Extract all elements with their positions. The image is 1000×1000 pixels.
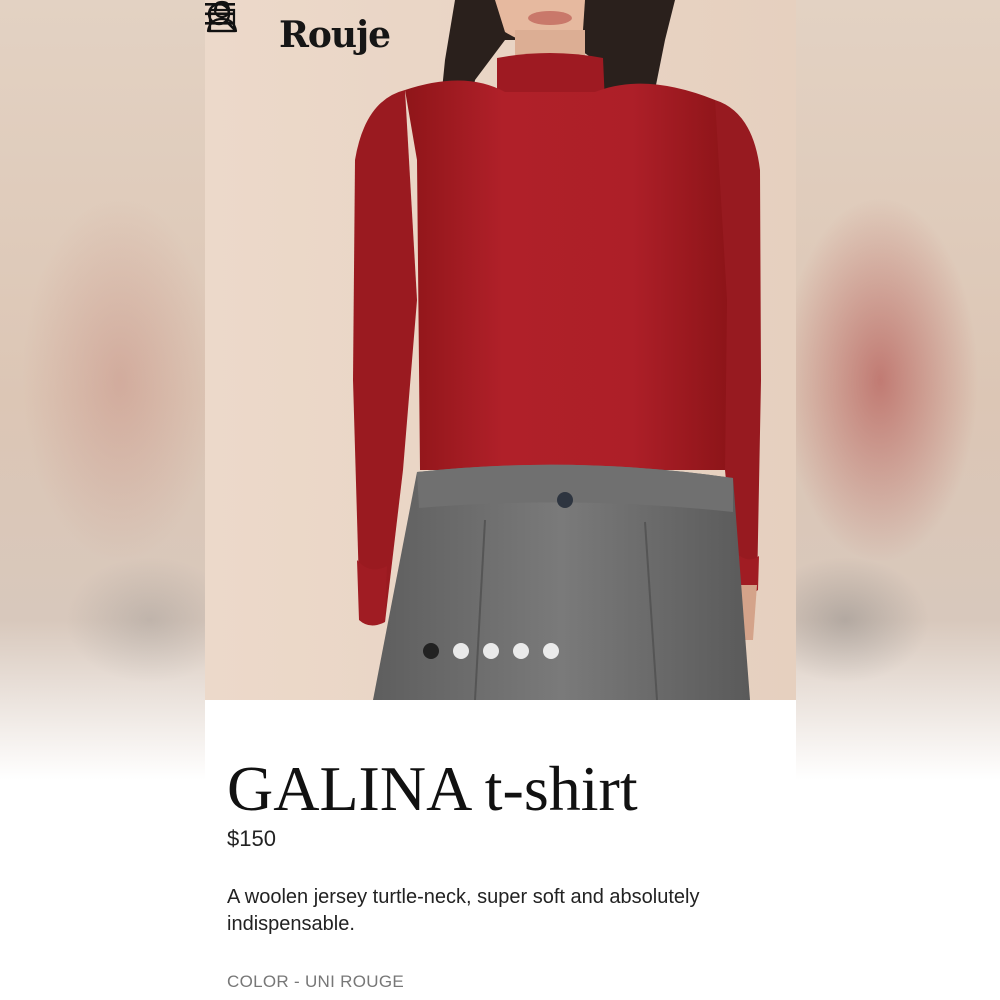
product-page-screen: Rouje GALINA t-shirt $150 A woolen jerse… <box>205 0 796 1000</box>
site-header: Rouje <box>205 0 796 80</box>
backdrop-shadow-right <box>795 520 1000 720</box>
carousel-dot-5[interactable] <box>543 643 559 659</box>
carousel-dots <box>423 643 559 659</box>
color-value: UNI ROUGE <box>304 972 405 991</box>
backdrop-shadow-left <box>0 520 205 720</box>
color-label: COLOR - <box>227 972 300 991</box>
product-title: GALINA t-shirt <box>227 753 638 824</box>
product-photo <box>205 0 796 700</box>
carousel-dot-1[interactable] <box>423 643 439 659</box>
brand-logo[interactable]: Rouje <box>279 14 391 56</box>
shopping-bag-icon[interactable] <box>205 0 239 34</box>
product-description: A woolen jersey turtle-neck, super soft … <box>227 886 700 935</box>
carousel-dot-3[interactable] <box>483 643 499 659</box>
product-price: $150 <box>227 826 276 851</box>
carousel-dot-4[interactable] <box>513 643 529 659</box>
carousel-dot-2[interactable] <box>453 643 469 659</box>
color-selector[interactable]: COLOR - UNI ROUGE <box>227 972 404 992</box>
product-hero-image[interactable]: Rouje <box>205 0 796 700</box>
